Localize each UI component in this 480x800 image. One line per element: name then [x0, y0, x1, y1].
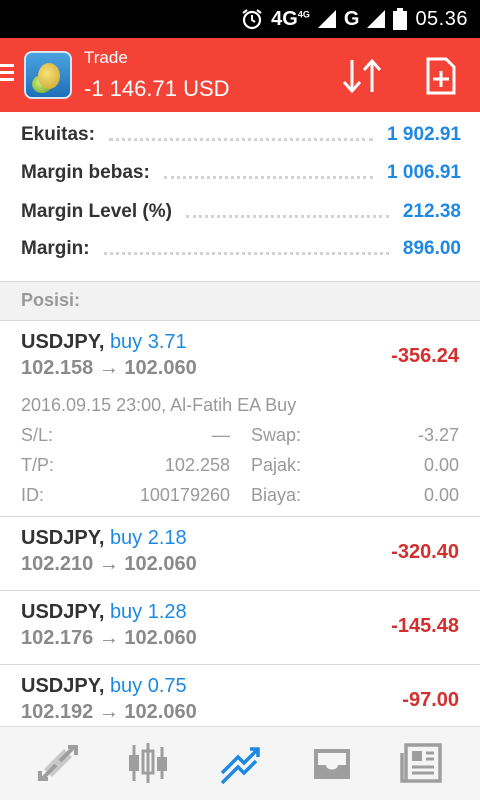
positions-header: Posisi:: [0, 282, 480, 320]
chart-icon[interactable]: [124, 739, 172, 787]
total-profit: -1 146.71 USD: [84, 76, 230, 101]
clock: 05.36: [415, 7, 468, 30]
tax-value: 0.00: [423, 455, 459, 475]
id-label: ID:: [21, 485, 45, 505]
position-profit: -145.48: [391, 615, 459, 637]
position-row[interactable]: USDJPY, buy 1.28 102.176 → 102.060 -145.…: [0, 591, 480, 665]
swap-label: Swap:: [251, 425, 302, 445]
tax-label: Pajak:: [251, 455, 302, 475]
alarm-icon: [242, 9, 262, 30]
status-bar: 4G4G G 05.36: [0, 0, 480, 38]
tp-value: 102.258: [164, 455, 230, 475]
position-comment: 2016.09.15 23:00, Al-Fatih EA Buy: [21, 395, 297, 415]
sl-label: S/L:: [21, 425, 54, 445]
position-prices: 102.158 → 102.060: [21, 357, 197, 379]
page-title: Trade: [84, 48, 128, 67]
sl-value: —: [212, 425, 230, 445]
position-row[interactable]: USDJPY, buy 2.18 102.210 → 102.060 -320.…: [0, 517, 480, 591]
swap-value: -3.27: [417, 425, 459, 445]
bottom-navigation: [0, 726, 480, 800]
position-symbol: USDJPY, buy 1.28: [21, 601, 187, 623]
tp-label: T/P:: [21, 455, 55, 475]
signal-icon: [317, 10, 336, 28]
position-prices: 102.176 → 102.060: [21, 627, 197, 649]
menu-icon[interactable]: [0, 60, 16, 90]
margin-row: Margin: 896.00: [21, 238, 461, 259]
app-logo[interactable]: [24, 51, 72, 99]
fee-label: Biaya:: [251, 485, 302, 505]
app-header: Trade -1 146.71 USD: [0, 38, 480, 112]
signal-icon-2: [367, 10, 386, 28]
battery-icon: [393, 8, 408, 30]
sort-icon[interactable]: [340, 56, 384, 96]
position-profit: -97.00: [402, 689, 459, 711]
margin-level-row: Margin Level (%) 212.38: [21, 201, 461, 222]
new-order-icon[interactable]: [420, 56, 460, 96]
quotes-icon[interactable]: [34, 739, 82, 787]
position-profit: -320.40: [391, 541, 459, 563]
id-value: 100179260: [139, 485, 230, 505]
trade-icon[interactable]: [216, 739, 264, 787]
history-icon[interactable]: [308, 739, 356, 787]
position-row[interactable]: USDJPY, buy 3.71 102.158 → 102.060 -356.…: [0, 321, 480, 517]
fee-value: 0.00: [423, 485, 459, 505]
free-margin-row: Margin bebas: 1 006.91: [21, 162, 461, 183]
position-symbol: USDJPY, buy 0.75: [21, 675, 187, 697]
account-summary: Ekuitas: 1 902.91 Margin bebas: 1 006.91 M…: [0, 112, 480, 282]
network-type: 4G4G: [271, 7, 310, 30]
equity-row: Ekuitas: 1 902.91: [21, 124, 461, 145]
network-type-2: G: [343, 7, 360, 30]
position-prices: 102.192 → 102.060: [21, 701, 197, 723]
position-symbol: USDJPY, buy 3.71: [21, 331, 187, 353]
position-row[interactable]: USDJPY, buy 0.75 102.192 → 102.060 -97.0…: [0, 665, 480, 726]
news-icon[interactable]: [398, 739, 446, 787]
position-prices: 102.210 → 102.060: [21, 553, 197, 575]
position-symbol: USDJPY, buy 2.18: [21, 527, 187, 549]
position-profit: -356.24: [391, 345, 459, 367]
